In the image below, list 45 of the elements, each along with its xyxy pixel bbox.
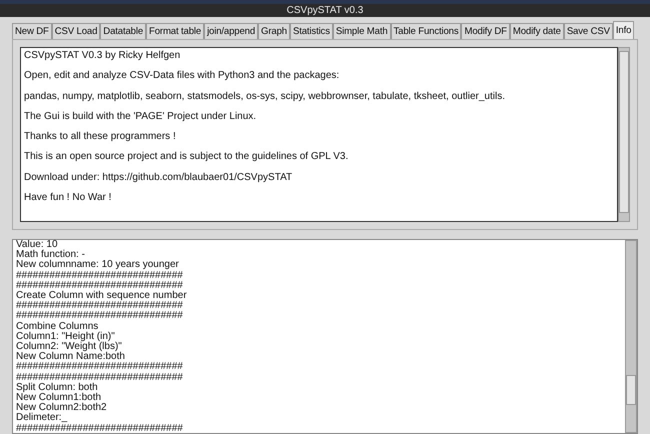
log-line: Math function: - — [16, 250, 85, 260]
vertical-scrollbar[interactable] — [618, 47, 630, 222]
log-line: Column1: "Height (in)" — [16, 332, 115, 342]
log-line: Column2: "Weight (lbs)" — [16, 342, 122, 352]
tab[interactable]: Statistics — [290, 23, 333, 39]
info-line: Download under: https://github.com/blaubaer01/CSVpySTAT — [24, 172, 294, 183]
tab[interactable]: New DF — [12, 23, 52, 39]
log-line: ############################## — [16, 362, 184, 373]
log-line: Create Column with sequence number — [16, 291, 188, 302]
log-line: Split Column: both — [16, 382, 98, 393]
tab[interactable]: Datatable — [100, 23, 146, 39]
info-line: The Gui is build with the 'PAGE' Project under Linux. — [24, 110, 258, 122]
tab[interactable]: CSV Load — [52, 23, 100, 39]
tab[interactable]: Modify date — [510, 23, 564, 39]
vertical-scrollbar[interactable] — [625, 240, 637, 433]
log-line: ############################## — [16, 270, 184, 281]
tab[interactable]: Graph — [258, 23, 290, 39]
tab[interactable]: Table Functions — [390, 23, 462, 39]
log-line: Value: 10 — [16, 240, 58, 250]
log-line: Delimeter:_ — [16, 413, 68, 424]
scrollbar-thumb[interactable] — [626, 374, 636, 406]
log-line: Combine Columns — [16, 322, 98, 332]
info-line: pandas, numpy, matplotlib, seaborn, statsmodels, os-sys, scipy, webbrownser, tabulate, tksheet, outlier_utils. — [24, 90, 506, 102]
info-line: Open, edit and analyze CSV-Data files with Python3 and the packages: — [24, 70, 340, 82]
log-line: ############################## — [16, 372, 184, 383]
log-line: ############################## — [16, 280, 183, 291]
log-line: New Column1:both — [16, 393, 102, 404]
tab[interactable]: Simple Math — [332, 23, 391, 39]
log-line: New columnname: 10 years younger — [16, 260, 180, 271]
log-line: New Column Name:both — [16, 352, 125, 362]
info-line: Thanks to all these programmers ! — [24, 131, 177, 142]
tab[interactable]: join/append — [204, 23, 258, 39]
tab[interactable]: Modify DF — [461, 23, 510, 39]
info-line: Have fun ! No War ! — [24, 192, 112, 204]
log-line: ############################## — [16, 301, 184, 312]
log-line: ############################## — [16, 424, 184, 433]
log-line: New Column2:both2 — [16, 403, 108, 414]
tab[interactable]: Info — [612, 21, 634, 39]
tab[interactable]: Save CSV — [564, 23, 613, 39]
tab[interactable]: Format table — [146, 23, 204, 39]
info-line: This is an open source project and is subject to the guidelines of GPL V3. — [24, 151, 350, 162]
scrollbar-thumb[interactable] — [619, 51, 629, 213]
window-title: CSVpySTAT v0.3 — [286, 5, 364, 16]
log-line: ############################## — [16, 311, 184, 322]
info-line: CSVpySTAT V0.3 by Ricky Helfgen — [24, 50, 182, 61]
